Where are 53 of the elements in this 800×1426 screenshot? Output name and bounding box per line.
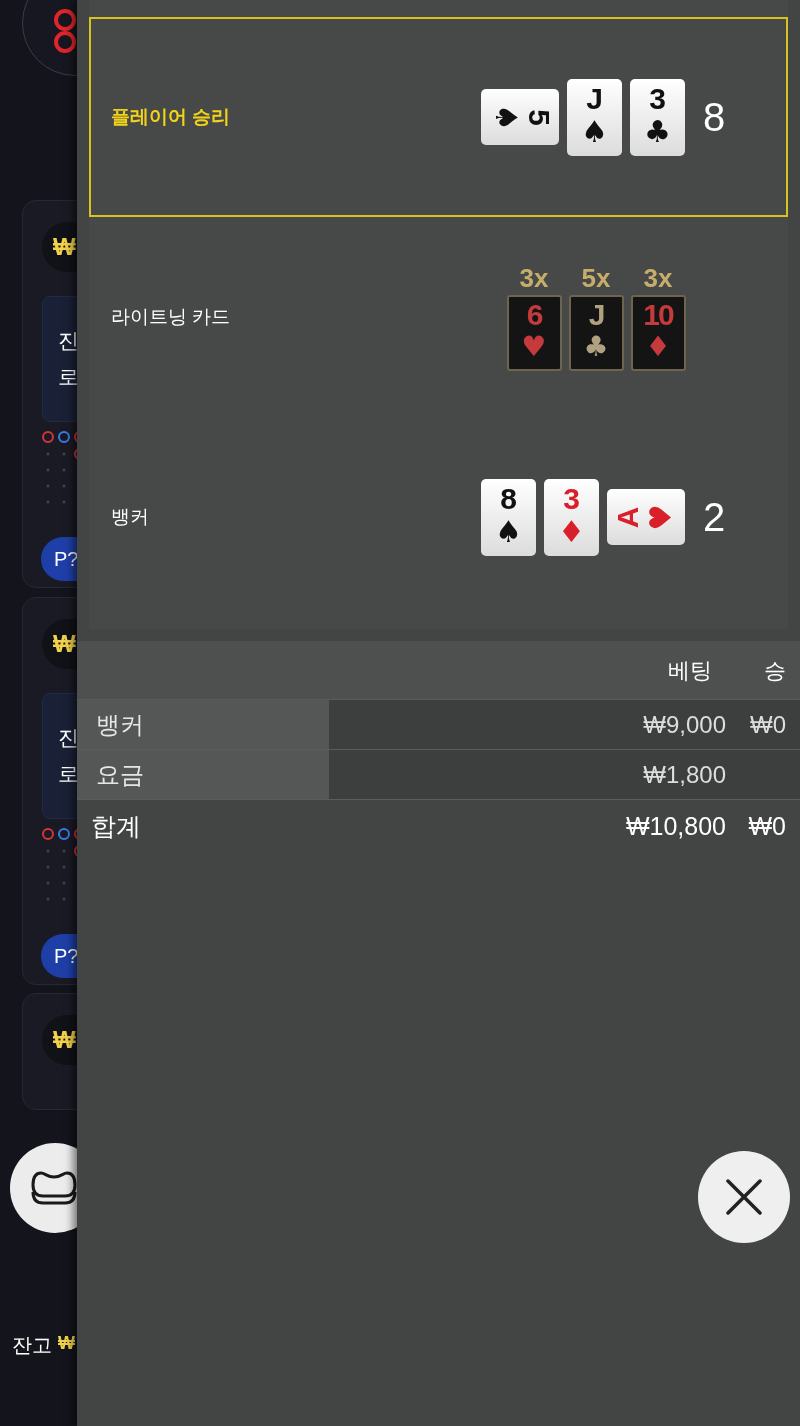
table-card[interactable]: ₩ 진 로 P? (22, 200, 77, 588)
currency-badge: ₩ (42, 222, 77, 272)
suit-symbol: ♠ (495, 516, 522, 547)
currency-badge: ₩ (42, 619, 77, 669)
suit-symbol: ♣ (644, 116, 671, 147)
hand-score: 2 (703, 494, 726, 541)
card-rank: J (588, 297, 604, 333)
logo-icon (53, 8, 77, 56)
hand-label: 라이트닝 카드 (111, 304, 232, 329)
notice-text: 진 (58, 329, 77, 353)
card-rank: A (609, 506, 645, 528)
table-card[interactable]: ₩ (22, 993, 77, 1110)
suit-symbol: ♠ (490, 103, 521, 131)
hand-label: 뱅커 (111, 504, 150, 529)
multiplier-label: 3x (643, 263, 673, 293)
column-header: 승 (763, 656, 786, 685)
chip-stack-button[interactable] (10, 1143, 77, 1233)
currency-badge: ₩ (42, 1015, 77, 1065)
table-cell-text: ₩0 (749, 710, 787, 740)
multiplier-label: 3x (519, 263, 549, 293)
predict-button[interactable]: P? (41, 934, 77, 978)
column-header: 베팅 (667, 656, 712, 685)
card-rank: 6 (526, 297, 542, 333)
table-cell: 뱅커 (77, 700, 329, 749)
total-label: 합계 (90, 811, 142, 842)
suit-symbol: ♦ (558, 516, 585, 547)
suit-symbol: ♠ (581, 116, 608, 147)
table-cell: 요금 (77, 750, 329, 799)
card-rank: 8 (500, 480, 517, 517)
hand-label: 플레이어 승리 (111, 104, 232, 129)
balance-label: 잔고 (12, 1333, 52, 1358)
table-card[interactable]: ₩ 진 로 P? (22, 597, 77, 985)
total-bet: ₩10,800 (624, 811, 726, 842)
suit-symbol: ♦ (645, 333, 671, 361)
suit-symbol: ♣ (583, 333, 609, 361)
notice-text: 진 (58, 726, 77, 750)
card-rank: J (586, 80, 603, 117)
total-win: ₩0 (747, 811, 787, 842)
notice-text: 로 (58, 365, 77, 389)
balance-currency: ₩ (58, 1332, 75, 1355)
hand-score: 8 (703, 94, 726, 141)
card-rank: 3 (563, 480, 580, 517)
close-icon (726, 1179, 762, 1215)
multiplier-label: 5x (581, 263, 611, 293)
suit-symbol: ♥ (521, 333, 547, 361)
suit-symbol: ♥ (645, 503, 676, 531)
card-rank: 10 (643, 297, 673, 333)
table-cell-text: ₩9,000 (642, 710, 726, 740)
card-rank: 3 (649, 80, 666, 117)
predict-button[interactable]: P? (41, 537, 77, 581)
notice-text: 로 (58, 762, 77, 786)
card-rank: 5 (521, 108, 557, 126)
table-cell-text: ₩1,800 (642, 760, 726, 790)
